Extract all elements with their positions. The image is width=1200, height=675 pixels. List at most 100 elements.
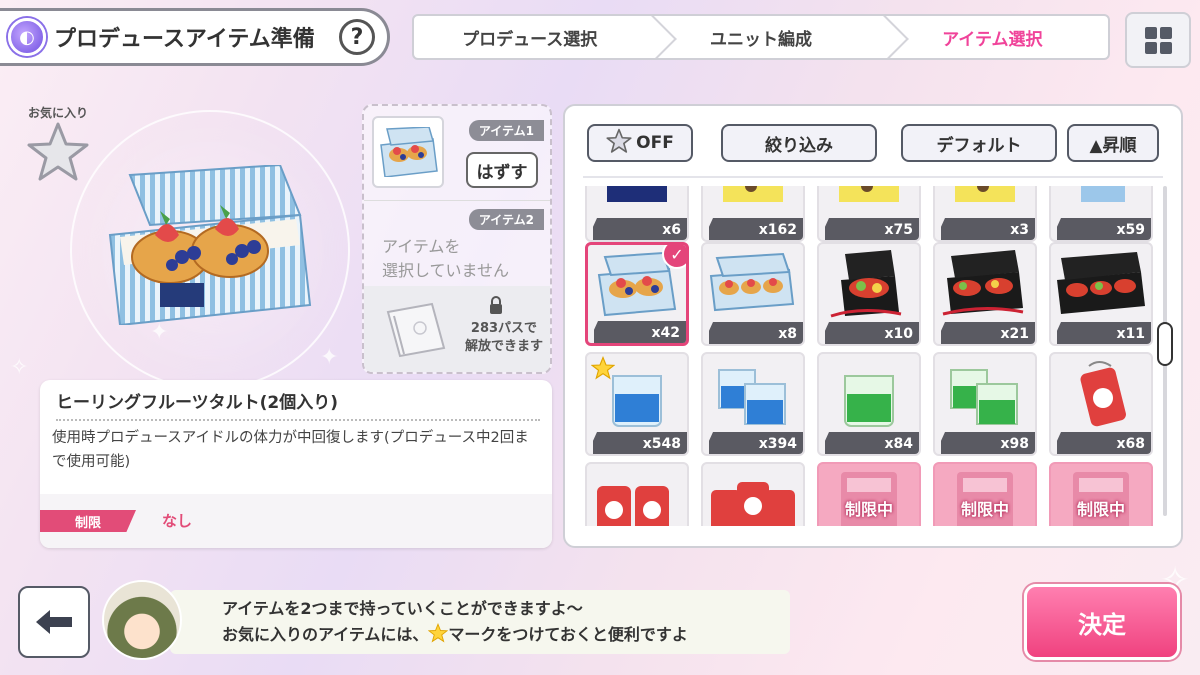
item-cell[interactable]: x59 (1049, 186, 1153, 242)
item-cell[interactable]: x98 (933, 352, 1037, 456)
scrollbar-thumb[interactable] (1157, 322, 1173, 366)
item-thumbnail (1051, 354, 1151, 434)
item-grid: x6 x162 x75 x3 x59 x42 ✓ x8 x10 x21 x11 x548 x394 x84… (585, 186, 1155, 526)
slot-3-unlock-text: 283パスで 解放できます (464, 321, 543, 354)
filter-button[interactable]: 絞り込み (721, 124, 877, 162)
slot-2-tag: アイテム2 (468, 209, 544, 230)
assistant-avatar (102, 580, 182, 660)
limit-row: 制限 なし (40, 494, 552, 548)
item-thumbnail (819, 186, 919, 220)
equipped-item-slots: アイテム1 はずす アイテム2 アイテムを 選択していません 283パスで 解放… (362, 104, 552, 374)
slot-1-thumbnail[interactable] (372, 116, 444, 188)
item-count: x548 (642, 436, 681, 452)
item-cell[interactable]: x42 ✓ (585, 242, 689, 346)
item-thumbnail (703, 186, 803, 220)
hint-line-1: アイテムを2つまで持っていくことができますよ～ (222, 599, 583, 618)
notebook-icon (380, 300, 452, 364)
produce-icon: ◐ (8, 18, 46, 56)
item-count: x68 (1116, 436, 1145, 452)
item-thumbnail (819, 244, 919, 324)
menu-button[interactable] (1125, 12, 1191, 68)
item-cell[interactable]: x3 (933, 186, 1037, 242)
item-name: ヒーリングフルーツタルト(2個入り) (56, 388, 540, 421)
lock-icon (488, 296, 504, 320)
slot-2-empty-text: アイテムを 選択していません (382, 237, 510, 280)
step-produce-select: プロデュース選択 (462, 29, 598, 50)
item-count: x8 (778, 326, 797, 342)
item-thumbnail (703, 354, 803, 434)
item-thumbnail (935, 354, 1035, 434)
item-count: x10 (884, 326, 913, 342)
item-thumbnail (1051, 244, 1151, 324)
item-thumbnail (935, 186, 1035, 220)
restricted-label: 制限中 (1076, 500, 1125, 519)
restricted-label: 制限中 (844, 500, 893, 519)
fruit-tart-image (100, 163, 320, 329)
item-cell[interactable]: 制限中 (1049, 462, 1153, 526)
item-cell[interactable]: 制限中 (933, 462, 1037, 526)
step-breadcrumb: プロデュース選択 ユニット編成 アイテム選択 (412, 14, 1110, 60)
item-thumbnail (703, 244, 803, 324)
item-thumbnail (1051, 186, 1151, 220)
limit-tag: 制限 (40, 510, 136, 532)
item-cell[interactable]: x162 (701, 186, 805, 242)
item-slot-1: アイテム1 はずす (370, 112, 546, 198)
item-description-card: ヒーリングフルーツタルト(2個入り) 使用時プロデュースアイドルの体力が中回復し… (40, 380, 552, 548)
screen-title-bar: ◐ プロデュースアイテム準備 ? (0, 8, 390, 66)
item-count: x11 (1116, 326, 1145, 342)
hint-message-box: アイテムを2つまで持っていくことができますよ～ お気に入りのアイテムには、 マーク… (170, 590, 790, 654)
help-button[interactable]: ? (339, 19, 375, 55)
item-thumbnail (703, 464, 803, 526)
scrollbar[interactable] (1157, 186, 1173, 516)
back-arrow-icon (36, 610, 72, 634)
item-count: x3 (1010, 222, 1029, 238)
divider (583, 176, 1163, 178)
confirm-button[interactable]: 決定 (1024, 584, 1180, 660)
item-cell[interactable]: x548 (585, 352, 689, 456)
item-list-panel: OFF 絞り込み デフォルト ▲昇順 x6 x162 x75 x3 x59 x42 ✓ x8 x… (563, 104, 1183, 548)
sort-button[interactable]: デフォルト (901, 124, 1057, 162)
item-thumbnail (935, 244, 1035, 324)
favorite-star-icon[interactable] (26, 120, 90, 188)
remove-item-button[interactable]: はずす (466, 152, 538, 188)
item-count: x162 (758, 222, 797, 238)
item-cell[interactable]: x394 (701, 352, 805, 456)
item-cell[interactable]: x75 (817, 186, 921, 242)
item-cell[interactable]: x84 (817, 352, 921, 456)
item-cell[interactable]: x8 (701, 242, 805, 346)
slot-1-tag: アイテム1 (468, 120, 544, 141)
sparkle-decoration: ✧ (10, 355, 29, 380)
item-thumbnail (819, 354, 919, 434)
item-slot-3-locked: 283パスで 解放できます (364, 286, 550, 372)
item-count: x84 (884, 436, 913, 452)
favorite-filter-toggle[interactable]: OFF (587, 124, 693, 162)
step-item-select: アイテム選択 (877, 16, 1108, 58)
item-count: x42 (651, 325, 680, 341)
limit-value: なし (162, 512, 193, 530)
favorite-star-icon (428, 622, 449, 651)
back-button[interactable] (18, 586, 90, 658)
item-cell[interactable] (701, 462, 805, 526)
star-icon (606, 128, 632, 159)
favorite-label: お気に入り (28, 106, 89, 120)
bottom-bar: アイテムを2つまで持っていくことができますよ～ お気に入りのアイテムには、 マーク… (0, 570, 1200, 675)
favorite-toggle-label: OFF (636, 133, 674, 153)
item-cell[interactable]: x6 (585, 186, 689, 242)
selected-check-icon: ✓ (662, 245, 686, 269)
item-count: x21 (1000, 326, 1029, 342)
item-cell[interactable]: 制限中 (817, 462, 921, 526)
item-slot-2[interactable]: アイテム2 アイテムを 選択していません (364, 200, 550, 286)
order-button[interactable]: ▲昇順 (1067, 124, 1159, 162)
item-count: x394 (758, 436, 797, 452)
item-cell[interactable]: x11 (1049, 242, 1153, 346)
item-description: 使用時プロデュースアイドルの体力が中回復します(プロデュース中2回まで使用可能) (52, 430, 529, 470)
sparkle-decoration: ✦ (320, 345, 339, 370)
grid-menu-icon (1144, 26, 1172, 54)
item-count: x98 (1000, 436, 1029, 452)
item-cell[interactable] (585, 462, 689, 526)
item-cell[interactable]: x68 (1049, 352, 1153, 456)
item-cell[interactable]: x21 (933, 242, 1037, 346)
restricted-label: 制限中 (960, 500, 1009, 519)
item-cell[interactable]: x10 (817, 242, 921, 346)
item-thumbnail (587, 464, 687, 526)
